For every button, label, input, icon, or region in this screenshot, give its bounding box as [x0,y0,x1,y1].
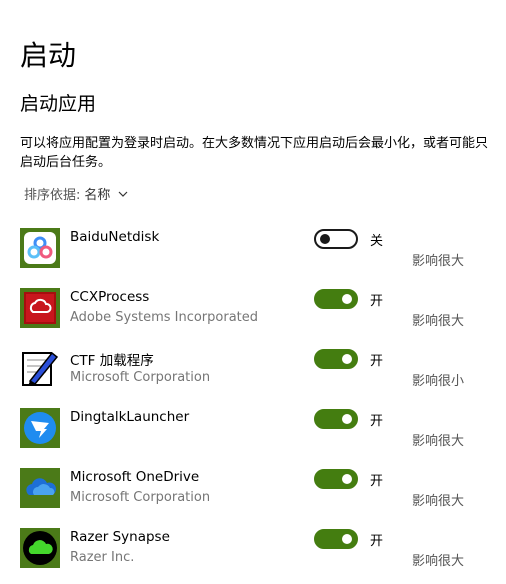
startup-toggle-onedrive[interactable] [314,469,358,489]
app-name: Microsoft OneDrive [70,469,200,485]
startup-app-row: Razer Synapse Razer Inc. 开 影响很大 [0,524,506,584]
startup-app-row: CTF 加载程序 Microsoft Corporation 开 影响很小 [0,344,506,404]
toggle-state-label: 开 [370,354,384,369]
baidu-netdisk-icon [20,228,60,268]
startup-impact: 影响很大 [412,314,465,329]
sort-value: 名称 [84,188,111,203]
startup-app-row: BaiduNetdisk 关 影响很大 [0,224,506,284]
startup-app-row: DingtalkLauncher 开 影响很大 [0,404,506,464]
ctf-loader-icon [20,348,60,388]
startup-impact: 影响很小 [412,374,465,389]
toggle-state-label: 开 [370,294,384,309]
app-publisher: Razer Inc. [70,550,135,565]
app-publisher: Adobe Systems Incorporated [70,310,259,325]
startup-toggle-dingtalklauncher[interactable] [314,409,358,429]
page-title: 启动 [20,39,77,72]
description: 可以将应用配置为登录时启动。在大多数情况下应用启动后会最小化，或者可能只启动后台… [20,136,489,170]
app-name: CCXProcess [70,289,150,305]
startup-toggle-razer-synapse[interactable] [314,529,358,549]
razer-synapse-icon [20,528,60,568]
startup-app-row: Microsoft OneDrive Microsoft Corporation… [0,464,506,524]
startup-toggle-ccxprocess[interactable] [314,289,358,309]
startup-impact: 影响很大 [412,494,465,509]
sort-label: 排序依据: [24,188,81,203]
app-name: BaiduNetdisk [70,229,160,245]
app-publisher: Microsoft Corporation [70,370,211,385]
startup-impact: 影响很大 [412,254,465,269]
startup-impact: 影响很大 [412,554,465,569]
toggle-state-label: 开 [370,414,384,429]
chevron-down-icon [118,191,128,197]
app-name: CTF 加载程序 [70,353,154,369]
startup-app-row: CCXProcess Adobe Systems Incorporated 开 … [0,284,506,344]
adobe-creative-cloud-icon [20,288,60,328]
toggle-state-label: 开 [370,534,384,549]
app-name: DingtalkLauncher [70,409,190,425]
app-publisher: Microsoft Corporation [70,490,211,505]
sort-dropdown[interactable]: 排序依据: 名称 [24,184,128,203]
toggle-state-label: 开 [370,474,384,489]
startup-toggle-baidunetdisk[interactable] [314,229,358,249]
toggle-state-label: 关 [370,234,384,249]
app-name: Razer Synapse [70,529,170,545]
onedrive-icon [20,468,60,508]
section-title: 启动应用 [20,93,97,115]
startup-impact: 影响很大 [412,434,465,449]
startup-toggle-ctf[interactable] [314,349,358,369]
dingtalk-icon [20,408,60,448]
